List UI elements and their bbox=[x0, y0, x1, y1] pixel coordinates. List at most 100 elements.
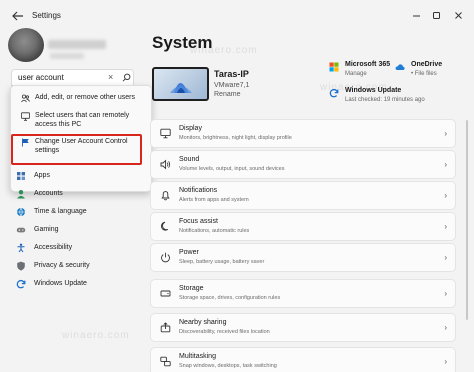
settings-card-sound[interactable]: Sound Volume levels, output, input, soun… bbox=[151, 151, 455, 178]
settings-card-power[interactable]: Power Sleep, battery usage, battery save… bbox=[151, 244, 455, 271]
card-subtitle: Monitors, brightness, night light, displ… bbox=[179, 135, 292, 141]
chevron-right-icon: › bbox=[444, 222, 447, 231]
settings-card-display[interactable]: Display Monitors, brightness, night ligh… bbox=[151, 120, 455, 147]
chevron-right-icon: › bbox=[444, 357, 447, 366]
globe-clock-icon bbox=[17, 207, 25, 217]
shield-icon bbox=[17, 261, 25, 271]
microsoft-icon bbox=[329, 62, 339, 72]
nav-item-windows-update[interactable]: Windows Update bbox=[16, 278, 136, 292]
back-arrow-icon[interactable] bbox=[12, 11, 24, 21]
power-icon bbox=[161, 252, 170, 263]
card-subtitle: Alerts from apps and system bbox=[179, 197, 249, 203]
card-title: Storage bbox=[179, 285, 204, 292]
settings-card-multitasking[interactable]: Multitasking Snap windows, desktops, tas… bbox=[151, 348, 455, 372]
card-title: Focus assist bbox=[179, 218, 218, 225]
moon-icon bbox=[161, 221, 169, 231]
minimize-icon bbox=[412, 15, 420, 16]
quick-status-subtitle: Last checked: 19 minutes ago bbox=[345, 97, 425, 103]
card-subtitle: Snap windows, desktops, task switching bbox=[179, 363, 277, 369]
display-icon bbox=[160, 128, 171, 139]
nav-item-time-language[interactable]: Time & language bbox=[16, 206, 136, 220]
card-title: Nearby sharing bbox=[179, 319, 227, 326]
search-result-item[interactable]: Select users that can remotely access th… bbox=[15, 111, 147, 131]
chevron-right-icon: › bbox=[444, 323, 447, 332]
quick-status-onedrive[interactable]: OneDrive • File files bbox=[395, 61, 455, 81]
device-model: VMware7,1 bbox=[214, 82, 250, 89]
card-title: Sound bbox=[179, 156, 200, 163]
bell-icon bbox=[161, 191, 170, 201]
nav-item-label: Privacy & security bbox=[34, 262, 90, 269]
update-icon bbox=[329, 88, 339, 98]
settings-card-storage[interactable]: Storage Storage space, drives, configura… bbox=[151, 280, 455, 307]
chevron-right-icon: › bbox=[444, 160, 447, 169]
search-result-item[interactable]: Add, edit, or remove other users bbox=[15, 93, 147, 105]
page-title: System bbox=[152, 33, 213, 52]
nav-item-label: Windows Update bbox=[34, 280, 87, 287]
nav-item-apps[interactable]: Apps bbox=[16, 170, 136, 184]
quick-status-windows-update[interactable]: Windows Update Last checked: 19 minutes … bbox=[329, 87, 449, 107]
quick-status-title: Microsoft 365 bbox=[345, 61, 391, 68]
search-icon[interactable] bbox=[122, 73, 131, 82]
close-button[interactable] bbox=[446, 7, 470, 23]
quick-status-title: Windows Update bbox=[345, 87, 402, 94]
settings-card-nearby-sharing[interactable]: Nearby sharing Discoverability, received… bbox=[151, 314, 455, 341]
card-subtitle: Notifications, automatic rules bbox=[179, 228, 250, 234]
chevron-right-icon: › bbox=[444, 129, 447, 138]
quick-status-title: OneDrive bbox=[411, 61, 443, 68]
apps-icon bbox=[17, 172, 25, 180]
maximize-icon bbox=[432, 11, 440, 19]
username-redacted bbox=[48, 40, 106, 49]
window-title: Settings bbox=[32, 11, 61, 20]
accounts-icon bbox=[17, 190, 25, 199]
card-title: Power bbox=[179, 249, 199, 256]
settings-card-notifications[interactable]: Notifications Alerts from apps and syste… bbox=[151, 182, 455, 209]
nav-item-label: Accounts bbox=[34, 190, 63, 197]
chevron-right-icon: › bbox=[444, 191, 447, 200]
card-title: Notifications bbox=[179, 187, 218, 194]
card-subtitle: Volume levels, output, input, sound devi… bbox=[179, 166, 285, 172]
remote-users-icon bbox=[21, 112, 30, 121]
chevron-right-icon: › bbox=[444, 289, 447, 298]
cloud-icon bbox=[395, 64, 405, 70]
nav-item-privacy-security[interactable]: Privacy & security bbox=[16, 260, 136, 274]
card-subtitle: Discoverability, received files location bbox=[179, 329, 270, 335]
maximize-button[interactable] bbox=[424, 7, 448, 23]
search-result-label: Add, edit, or remove other users bbox=[35, 94, 135, 101]
nav-item-label: Gaming bbox=[34, 226, 59, 233]
scrollbar[interactable] bbox=[466, 120, 468, 320]
people-icon bbox=[21, 94, 30, 103]
share-icon bbox=[160, 322, 171, 333]
quick-status-subtitle: • File files bbox=[411, 71, 437, 77]
quick-status-microsoft365[interactable]: Microsoft 365 Manage bbox=[329, 61, 391, 81]
settings-card-focus-assist[interactable]: Focus assist Notifications, automatic ru… bbox=[151, 213, 455, 240]
watermark: winaero.com bbox=[62, 330, 130, 341]
nav-item-label: Time & language bbox=[34, 208, 87, 215]
nav-item-accounts[interactable]: Accounts bbox=[16, 188, 136, 202]
highlight-box bbox=[11, 134, 142, 165]
card-title: Display bbox=[179, 125, 202, 132]
avatar[interactable] bbox=[8, 28, 44, 62]
settings-window: winaero.com winaero.com winaero.com wina… bbox=[0, 0, 474, 372]
accessibility-icon bbox=[17, 243, 25, 253]
quick-status-subtitle: Manage bbox=[345, 71, 367, 77]
rename-link[interactable]: Rename bbox=[214, 91, 240, 98]
nav-item-gaming[interactable]: Gaming bbox=[16, 224, 136, 238]
multitask-icon bbox=[160, 356, 171, 367]
nav-item-label: Accessibility bbox=[34, 244, 73, 251]
storage-icon bbox=[160, 290, 171, 297]
speaker-icon bbox=[160, 159, 171, 170]
nav-item-label: Apps bbox=[34, 172, 50, 179]
close-icon bbox=[454, 11, 462, 19]
search-value: user account bbox=[18, 73, 64, 82]
device-thumbnail bbox=[152, 67, 209, 101]
nav-item-accessibility[interactable]: Accessibility bbox=[16, 242, 136, 256]
clear-search-icon[interactable]: × bbox=[108, 72, 113, 82]
card-title: Multitasking bbox=[179, 353, 216, 360]
email-redacted bbox=[50, 53, 84, 59]
chevron-right-icon: › bbox=[444, 253, 447, 262]
device-name: Taras-IP bbox=[214, 69, 249, 79]
search-result-label: Select users that can remotely access th… bbox=[35, 112, 130, 128]
title-bar: Settings bbox=[0, 0, 474, 30]
gamepad-icon bbox=[16, 227, 26, 233]
card-subtitle: Sleep, battery usage, battery saver bbox=[179, 259, 265, 265]
